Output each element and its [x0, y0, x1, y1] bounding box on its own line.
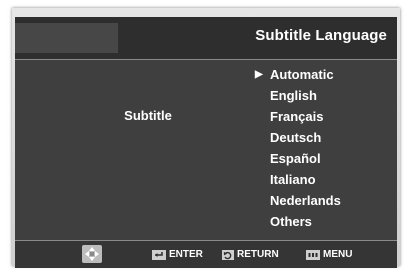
option-label: Automatic [270, 67, 334, 82]
option-others[interactable]: Others [253, 211, 341, 232]
dpad-icon [82, 245, 102, 263]
option-english[interactable]: English [253, 85, 341, 106]
menu-key-icon [306, 250, 320, 260]
option-deutsch[interactable]: Deutsch [253, 127, 341, 148]
option-nederlands[interactable]: Nederlands [253, 190, 341, 211]
menu-hint[interactable]: MENU [306, 248, 352, 262]
language-options-list: ▶ Automatic English Français Deutsch Esp… [253, 64, 341, 232]
option-label: Others [270, 214, 312, 229]
return-hint[interactable]: RETURN [222, 248, 279, 262]
page-title: Subtitle Language [255, 27, 387, 44]
option-label: English [270, 88, 317, 103]
header-divider [15, 59, 397, 60]
return-key-icon [222, 250, 234, 260]
option-label: Français [270, 109, 324, 124]
selected-arrow-icon: ▶ [255, 69, 263, 80]
option-italiano[interactable]: Italiano [253, 169, 341, 190]
menu-label: MENU [323, 249, 353, 260]
header-left-panel [15, 23, 118, 53]
enter-label: ENTER [169, 249, 203, 260]
option-label: Italiano [270, 172, 316, 187]
option-label: Deutsch [270, 130, 322, 145]
option-label: Nederlands [270, 193, 341, 208]
option-francais[interactable]: Français [253, 106, 341, 127]
setting-label: Subtitle [124, 108, 172, 123]
footer-bar: ENTER RETURN MENU [15, 241, 397, 268]
enter-key-icon [152, 250, 166, 260]
enter-hint[interactable]: ENTER [152, 248, 203, 262]
option-automatic[interactable]: ▶ Automatic [253, 64, 341, 85]
header-bar: Subtitle Language [15, 17, 397, 59]
osd-screen: Subtitle Language Subtitle ▶ Automatic E… [15, 17, 397, 268]
option-label: Español [270, 151, 321, 166]
option-espanol[interactable]: Español [253, 148, 341, 169]
return-label: RETURN [237, 249, 279, 260]
